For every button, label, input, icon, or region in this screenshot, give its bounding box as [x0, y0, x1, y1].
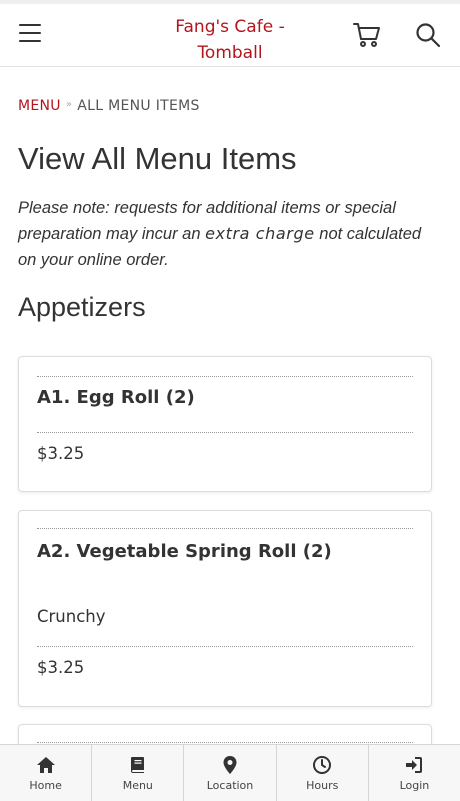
- nav-home[interactable]: Home: [0, 745, 93, 801]
- site-title[interactable]: Fang's Cafe - Tomball: [160, 14, 300, 66]
- nav-label: Location: [206, 779, 254, 792]
- menu-item-name: A2. Vegetable Spring Roll (2): [37, 541, 332, 562]
- breadcrumb-current: ALL MENU ITEMS: [77, 98, 200, 114]
- menu-item-card[interactable]: A2. Vegetable Spring Roll (2) Crunchy $3…: [18, 510, 432, 707]
- section-title-appetizers: Appetizers: [18, 292, 146, 322]
- menu-item-price: $3.25: [37, 444, 85, 463]
- menu-icon[interactable]: [19, 24, 43, 44]
- clock-icon: [313, 756, 332, 774]
- home-icon: [36, 757, 55, 773]
- book-icon: [130, 757, 144, 773]
- map-pin-icon: [223, 756, 237, 774]
- nav-label: Menu: [122, 779, 153, 792]
- breadcrumb-menu-link[interactable]: MENU: [18, 98, 61, 114]
- nav-label: Home: [29, 779, 62, 792]
- login-icon: [406, 757, 423, 773]
- page-title: View All Menu Items: [18, 141, 297, 176]
- divider: [37, 528, 413, 529]
- bottom-nav: Home Menu Location Hours Login: [0, 744, 460, 801]
- breadcrumb: MENU » ALL MENU ITEMS: [18, 98, 200, 114]
- divider: [37, 742, 413, 743]
- divider: [37, 646, 413, 647]
- search-icon[interactable]: [414, 21, 442, 49]
- menu-item-price: $3.25: [37, 658, 85, 677]
- divider: [37, 376, 413, 377]
- site-title-line2: Tomball: [197, 43, 263, 63]
- note-emphasis: extra charge: [205, 224, 315, 243]
- order-note: Please note: requests for additional ite…: [18, 195, 438, 273]
- nav-location[interactable]: Location: [184, 745, 277, 801]
- nav-login[interactable]: Login: [369, 745, 460, 801]
- nav-hours[interactable]: Hours: [277, 745, 369, 801]
- menu-item-description: Crunchy: [37, 607, 106, 626]
- site-title-line1: Fang's Cafe -: [175, 17, 285, 37]
- breadcrumb-separator: »: [65, 99, 73, 110]
- cart-icon[interactable]: [352, 21, 382, 49]
- nav-label: Login: [399, 779, 430, 792]
- menu-item-card[interactable]: A1. Egg Roll (2) $3.25: [18, 356, 432, 492]
- site-header: Fang's Cafe - Tomball: [0, 4, 460, 67]
- nav-menu[interactable]: Menu: [92, 745, 185, 801]
- menu-item-name: A1. Egg Roll (2): [37, 387, 195, 408]
- nav-label: Hours: [306, 779, 339, 792]
- divider: [37, 432, 413, 433]
